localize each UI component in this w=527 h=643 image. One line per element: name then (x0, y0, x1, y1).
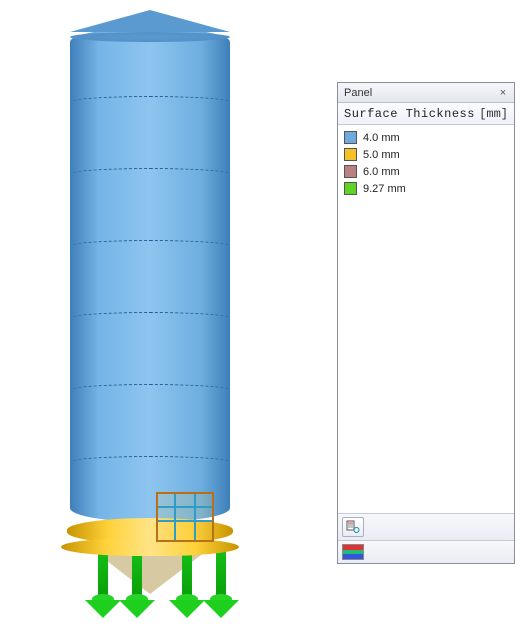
model-viewport[interactable] (0, 0, 320, 643)
silo-roof (70, 10, 230, 32)
legend-swatch (344, 131, 357, 144)
legend-label: 6.0 mm (363, 166, 400, 178)
color-scale-button[interactable] (342, 544, 364, 560)
support-foot (168, 594, 206, 624)
legend-header-unit: [mm] (479, 107, 508, 121)
legend-row[interactable]: 4.0 mm (344, 129, 508, 146)
support-foot (202, 594, 240, 624)
barrel-seam (70, 240, 230, 252)
legend-label: 5.0 mm (363, 149, 400, 161)
barrel-seam (70, 96, 230, 108)
legend-label: 9.27 mm (363, 183, 406, 195)
legend-body: 4.0 mm 5.0 mm 6.0 mm 9.27 mm (338, 125, 514, 513)
barrel-seam (70, 168, 230, 180)
support-foot (118, 594, 156, 624)
support-foot (84, 594, 122, 624)
silo-model[interactable] (40, 10, 260, 630)
panel-titlebar[interactable]: Panel × (338, 83, 514, 103)
legend-row[interactable]: 9.27 mm (344, 180, 508, 197)
legend-swatch (344, 148, 357, 161)
panel-options-button[interactable] (342, 517, 364, 537)
barrel-seam (70, 312, 230, 324)
barrel-seam (70, 456, 230, 468)
close-icon[interactable]: × (496, 86, 510, 100)
color-bar-blue (343, 554, 363, 559)
support-leg (216, 546, 226, 598)
barrel-seam (70, 384, 230, 396)
legend-row[interactable]: 5.0 mm (344, 146, 508, 163)
legend-swatch (344, 182, 357, 195)
panel-toolbar (338, 513, 514, 540)
panel-title: Panel (344, 87, 496, 99)
access-cage (156, 492, 214, 542)
legend-swatch (344, 165, 357, 178)
legend-header-label: Surface Thickness (344, 107, 479, 121)
options-icon (346, 520, 360, 534)
legend-label: 4.0 mm (363, 132, 400, 144)
silo-barrel (70, 28, 230, 522)
panel-toolbar-lower (338, 540, 514, 563)
legend-header: Surface Thickness [mm] (338, 103, 514, 125)
legend-panel: Panel × Surface Thickness [mm] 4.0 mm 5.… (337, 82, 515, 564)
legend-row[interactable]: 6.0 mm (344, 163, 508, 180)
